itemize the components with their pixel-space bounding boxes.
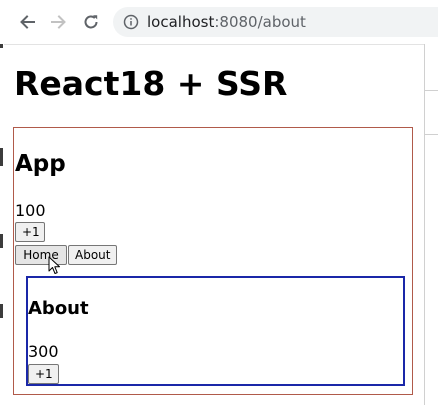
- edge-mark: [0, 304, 3, 318]
- about-heading: About: [28, 298, 89, 319]
- arrow-left-icon[interactable]: [14, 9, 40, 35]
- about-increment-button[interactable]: +1: [28, 364, 59, 384]
- url-path: :8080/about: [214, 13, 306, 31]
- app-increment-button[interactable]: +1: [15, 222, 45, 242]
- about-counter-value: 300: [28, 342, 59, 361]
- edge-mark: [0, 234, 3, 248]
- edge-mark: [0, 148, 3, 166]
- url-text: localhost:8080/about: [147, 13, 306, 31]
- app-container: App 100 +1 Home About About 300 +1: [13, 127, 413, 395]
- devtools-panel-edge: [424, 44, 438, 405]
- about-link-button[interactable]: About: [68, 245, 117, 265]
- page-content: React18 + SSR App 100 +1 Home About Abou…: [5, 44, 423, 405]
- reload-icon[interactable]: [78, 9, 104, 35]
- panel-divider: [425, 90, 438, 91]
- edge-mark: [0, 44, 3, 48]
- about-container: About 300 +1: [26, 276, 405, 386]
- window-edge: [0, 44, 4, 405]
- browser-toolbar: localhost:8080/about: [0, 0, 438, 45]
- page-title: React18 + SSR: [14, 64, 288, 103]
- info-icon[interactable]: [123, 14, 139, 30]
- panel-divider: [425, 134, 438, 135]
- app-counter-value: 100: [15, 201, 46, 220]
- address-bar[interactable]: localhost:8080/about: [113, 7, 438, 37]
- arrow-right-icon[interactable]: [46, 9, 72, 35]
- home-link-button[interactable]: Home: [15, 245, 67, 265]
- url-host: localhost: [147, 13, 215, 31]
- app-heading: App: [15, 151, 66, 177]
